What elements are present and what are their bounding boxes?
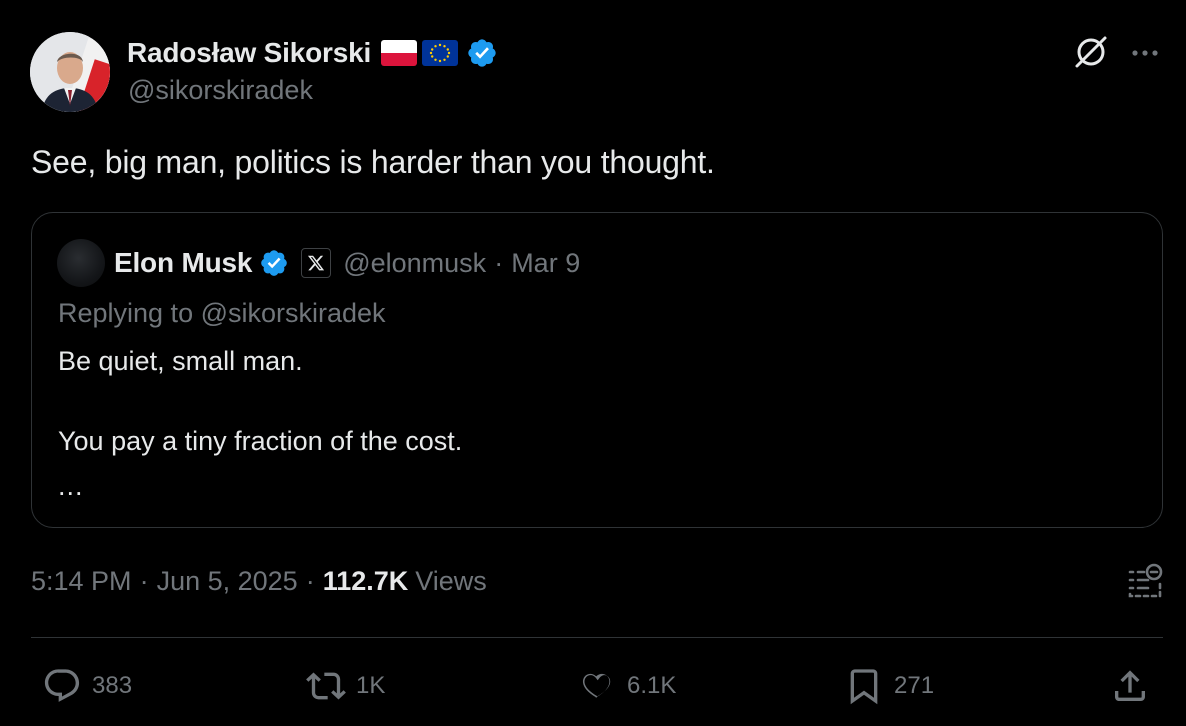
bookmark-icon bbox=[850, 669, 878, 705]
quoted-author-handle[interactable]: @elonmusk bbox=[343, 248, 486, 279]
like-button[interactable]: 6.1K bbox=[577, 664, 676, 708]
more-icon[interactable] bbox=[1128, 38, 1162, 68]
bookmark-button[interactable]: 271 bbox=[844, 664, 934, 708]
like-count: 6.1K bbox=[627, 672, 677, 699]
reply-count: 383 bbox=[92, 672, 133, 699]
repost-count: 1K bbox=[356, 672, 386, 699]
separator-dot: · bbox=[139, 566, 149, 596]
reply-icon bbox=[44, 669, 80, 702]
tweet: Radosław Sikorski @sikorskiradek See, bi… bbox=[0, 0, 1186, 726]
separator-dot: · bbox=[305, 566, 315, 596]
separator-dot: · bbox=[494, 247, 504, 278]
replying-to: Replying to @sikorskiradek bbox=[58, 298, 386, 328]
share-icon bbox=[1115, 670, 1145, 701]
quoted-text-line: Be quiet, small man. bbox=[58, 346, 303, 376]
community-notes-icon[interactable] bbox=[1124, 562, 1166, 600]
quoted-tweet[interactable]: Elon Musk @elonmusk · Mar 9 Replying to … bbox=[31, 212, 1163, 528]
eu-flag-icon bbox=[422, 40, 459, 66]
bookmark-count: 271 bbox=[894, 672, 935, 699]
quoted-header: Elon Musk @elonmusk · Mar 9 bbox=[114, 243, 580, 283]
quoted-date[interactable]: Mar 9 bbox=[511, 248, 580, 279]
grok-icon[interactable] bbox=[1072, 33, 1110, 71]
author-avatar[interactable] bbox=[30, 32, 110, 112]
reply-button[interactable]: 383 bbox=[42, 664, 132, 708]
repost-button[interactable]: 1K bbox=[306, 664, 385, 708]
poland-flag-icon bbox=[381, 40, 418, 66]
quoted-truncation: ... bbox=[58, 471, 84, 501]
quoted-text-line: You pay a tiny fraction of the cost. bbox=[58, 426, 463, 456]
views-count[interactable]: 112.7K bbox=[323, 566, 409, 597]
heart-icon bbox=[582, 673, 611, 698]
tweet-meta: 5:14 PM · Jun 5, 2025 · 112.7K Views bbox=[31, 566, 487, 597]
tweet-date[interactable]: Jun 5, 2025 bbox=[157, 566, 298, 597]
quoted-author-name[interactable]: Elon Musk bbox=[114, 247, 252, 279]
tweet-time[interactable]: 5:14 PM bbox=[31, 566, 132, 597]
author-name-row: Radosław Sikorski bbox=[127, 34, 498, 72]
verified-badge-icon[interactable] bbox=[259, 248, 289, 278]
share-button[interactable] bbox=[1110, 664, 1150, 708]
verified-badge-icon[interactable] bbox=[466, 37, 498, 69]
x-logo-icon[interactable] bbox=[301, 248, 332, 278]
author-name[interactable]: Radosław Sikorski bbox=[127, 37, 371, 69]
retweet-icon bbox=[306, 672, 346, 700]
author-handle[interactable]: @sikorskiradek bbox=[128, 75, 313, 106]
divider bbox=[31, 637, 1163, 638]
tweet-text: See, big man, politics is harder than yo… bbox=[31, 144, 715, 180]
quoted-author-avatar[interactable] bbox=[57, 239, 105, 287]
views-label[interactable]: Views bbox=[415, 566, 487, 597]
